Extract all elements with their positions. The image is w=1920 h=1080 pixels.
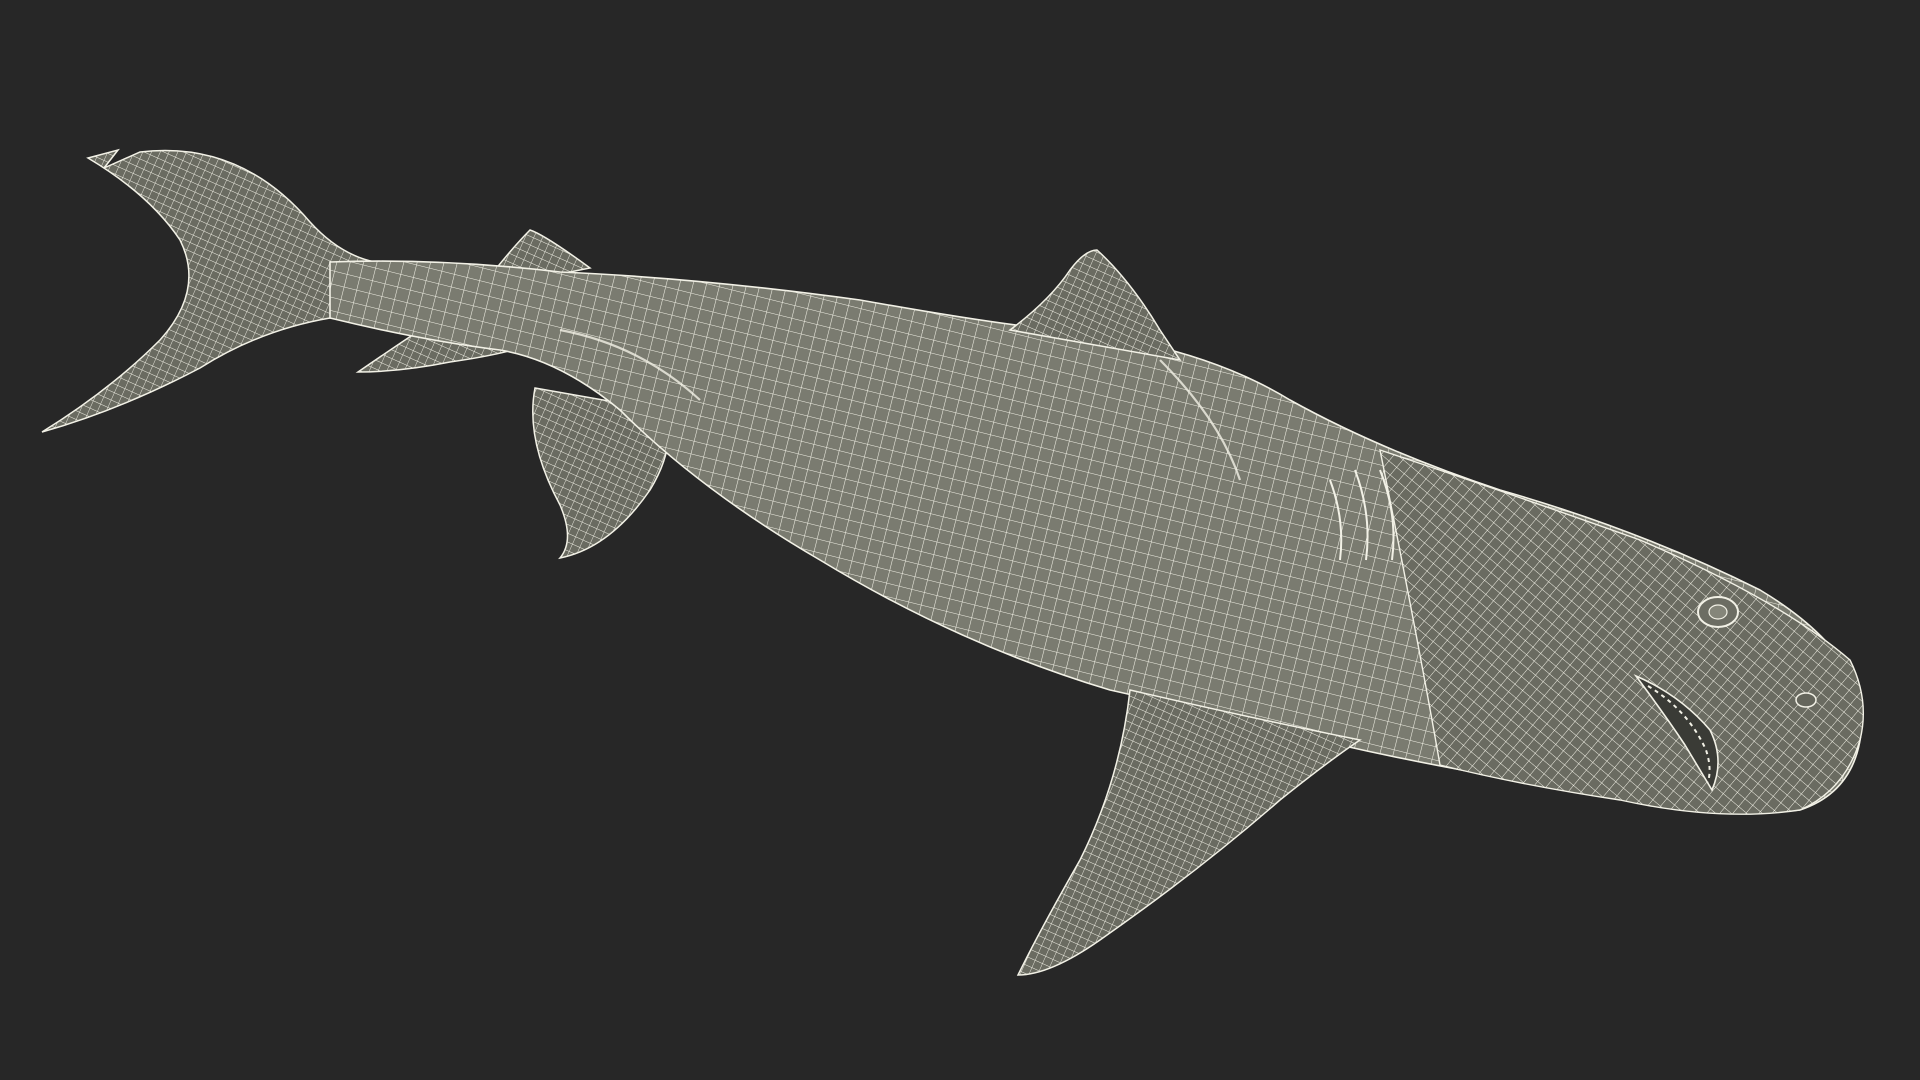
shark-eye-inner: [1708, 604, 1728, 620]
shark-wireframe-render: [41, 148, 1864, 976]
shark-head: [1379, 448, 1864, 815]
shark-tail-fin: [41, 148, 377, 433]
shark-pectoral-fin: [1016, 689, 1362, 976]
render-viewport: [0, 0, 1920, 1080]
shark-nostril: [1795, 692, 1817, 708]
